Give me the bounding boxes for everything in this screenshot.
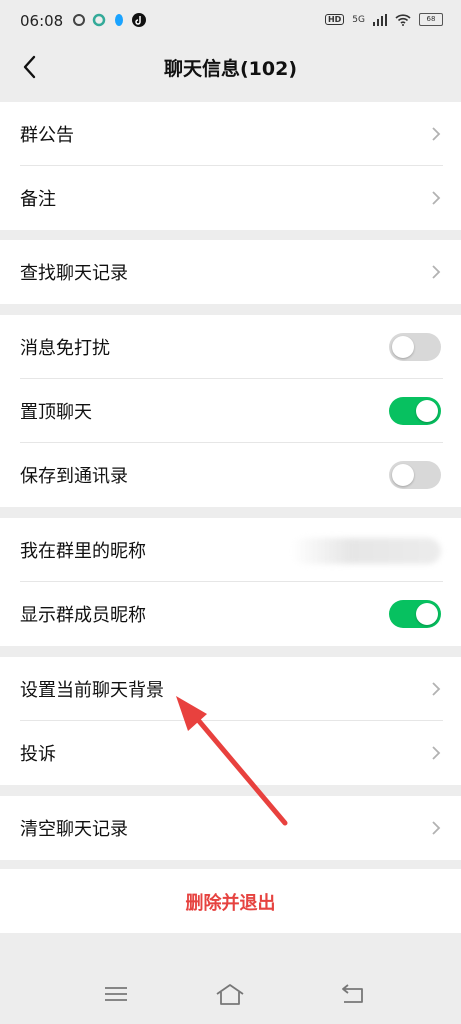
- row-label: 保存到通讯录: [20, 466, 128, 487]
- row-save-to-contacts: 保存到通讯录: [0, 443, 461, 507]
- system-status: HD 5G 68: [324, 13, 443, 26]
- chevron-right-icon: [432, 127, 441, 141]
- row-label: 查找聊天记录: [20, 263, 128, 284]
- row-clear-chat-history[interactable]: 清空聊天记录: [0, 796, 461, 860]
- settings-group: 查找聊天记录: [0, 240, 461, 304]
- delete-and-exit-button[interactable]: 删除并退出: [0, 869, 461, 933]
- toggle-knob: [392, 464, 414, 486]
- chevron-right-icon: [432, 682, 441, 696]
- app-icon: [92, 13, 106, 27]
- back-nav-icon[interactable]: [336, 980, 368, 1008]
- row-mute-notifications: 消息免打扰: [0, 315, 461, 379]
- settings-group: 群公告 备注: [0, 102, 461, 230]
- mute-toggle[interactable]: [389, 333, 441, 361]
- status-time: 06:08: [20, 12, 64, 30]
- battery-icon: 68: [419, 13, 443, 26]
- row-label: 显示群成员昵称: [20, 605, 146, 626]
- home-icon[interactable]: [214, 980, 246, 1008]
- network-label: 5G: [352, 14, 365, 25]
- row-label: 群公告: [20, 125, 74, 146]
- system-nav-bar: [0, 960, 461, 1024]
- blurred-nickname-value: [291, 538, 441, 564]
- app-icon: [73, 14, 85, 26]
- chevron-right-icon: [432, 191, 441, 205]
- row-show-member-nicknames: 显示群成员昵称: [0, 582, 461, 646]
- settings-group: 消息免打扰 置顶聊天 保存到通讯录: [0, 315, 461, 507]
- toggle-knob: [416, 400, 438, 422]
- chevron-right-icon: [432, 746, 441, 760]
- qq-icon: [115, 14, 123, 26]
- row-label: 备注: [20, 189, 56, 210]
- settings-group: 我在群里的昵称 显示群成员昵称: [0, 518, 461, 646]
- row-label: 消息免打扰: [20, 338, 110, 359]
- hd-badge: HD: [324, 14, 345, 25]
- page-title: 聊天信息(102): [163, 58, 298, 80]
- signal-icon: [373, 13, 387, 26]
- row-search-chat-history[interactable]: 查找聊天记录: [0, 240, 461, 304]
- chevron-right-icon: [432, 821, 441, 835]
- row-my-group-nickname[interactable]: 我在群里的昵称: [0, 518, 461, 582]
- row-label: 设置当前聊天背景: [20, 680, 164, 701]
- wifi-icon: [395, 13, 411, 26]
- menu-icon[interactable]: [100, 980, 132, 1008]
- settings-group: 清空聊天记录: [0, 796, 461, 860]
- nav-header: 聊天信息(102): [0, 44, 461, 90]
- settings-group: 设置当前聊天背景 投诉: [0, 657, 461, 785]
- delete-label: 删除并退出: [185, 893, 276, 914]
- row-sticky-chat: 置顶聊天: [0, 379, 461, 443]
- notification-icons: [72, 13, 146, 27]
- toggle-knob: [392, 336, 414, 358]
- toggle-knob: [416, 603, 438, 625]
- tiktok-icon: [132, 13, 146, 27]
- row-chat-background[interactable]: 设置当前聊天背景: [0, 657, 461, 721]
- row-label: 我在群里的昵称: [20, 541, 146, 562]
- status-bar: 06:08 HD 5G 68: [0, 0, 461, 44]
- row-label: 投诉: [20, 744, 56, 765]
- save-contacts-toggle[interactable]: [389, 461, 441, 489]
- row-group-announcement[interactable]: 群公告: [0, 102, 461, 166]
- show-nicknames-toggle[interactable]: [389, 600, 441, 628]
- row-label: 置顶聊天: [20, 402, 92, 423]
- sticky-toggle[interactable]: [389, 397, 441, 425]
- chevron-right-icon: [432, 265, 441, 279]
- row-remark[interactable]: 备注: [0, 166, 461, 230]
- row-label: 清空聊天记录: [20, 819, 128, 840]
- row-complaint[interactable]: 投诉: [0, 721, 461, 785]
